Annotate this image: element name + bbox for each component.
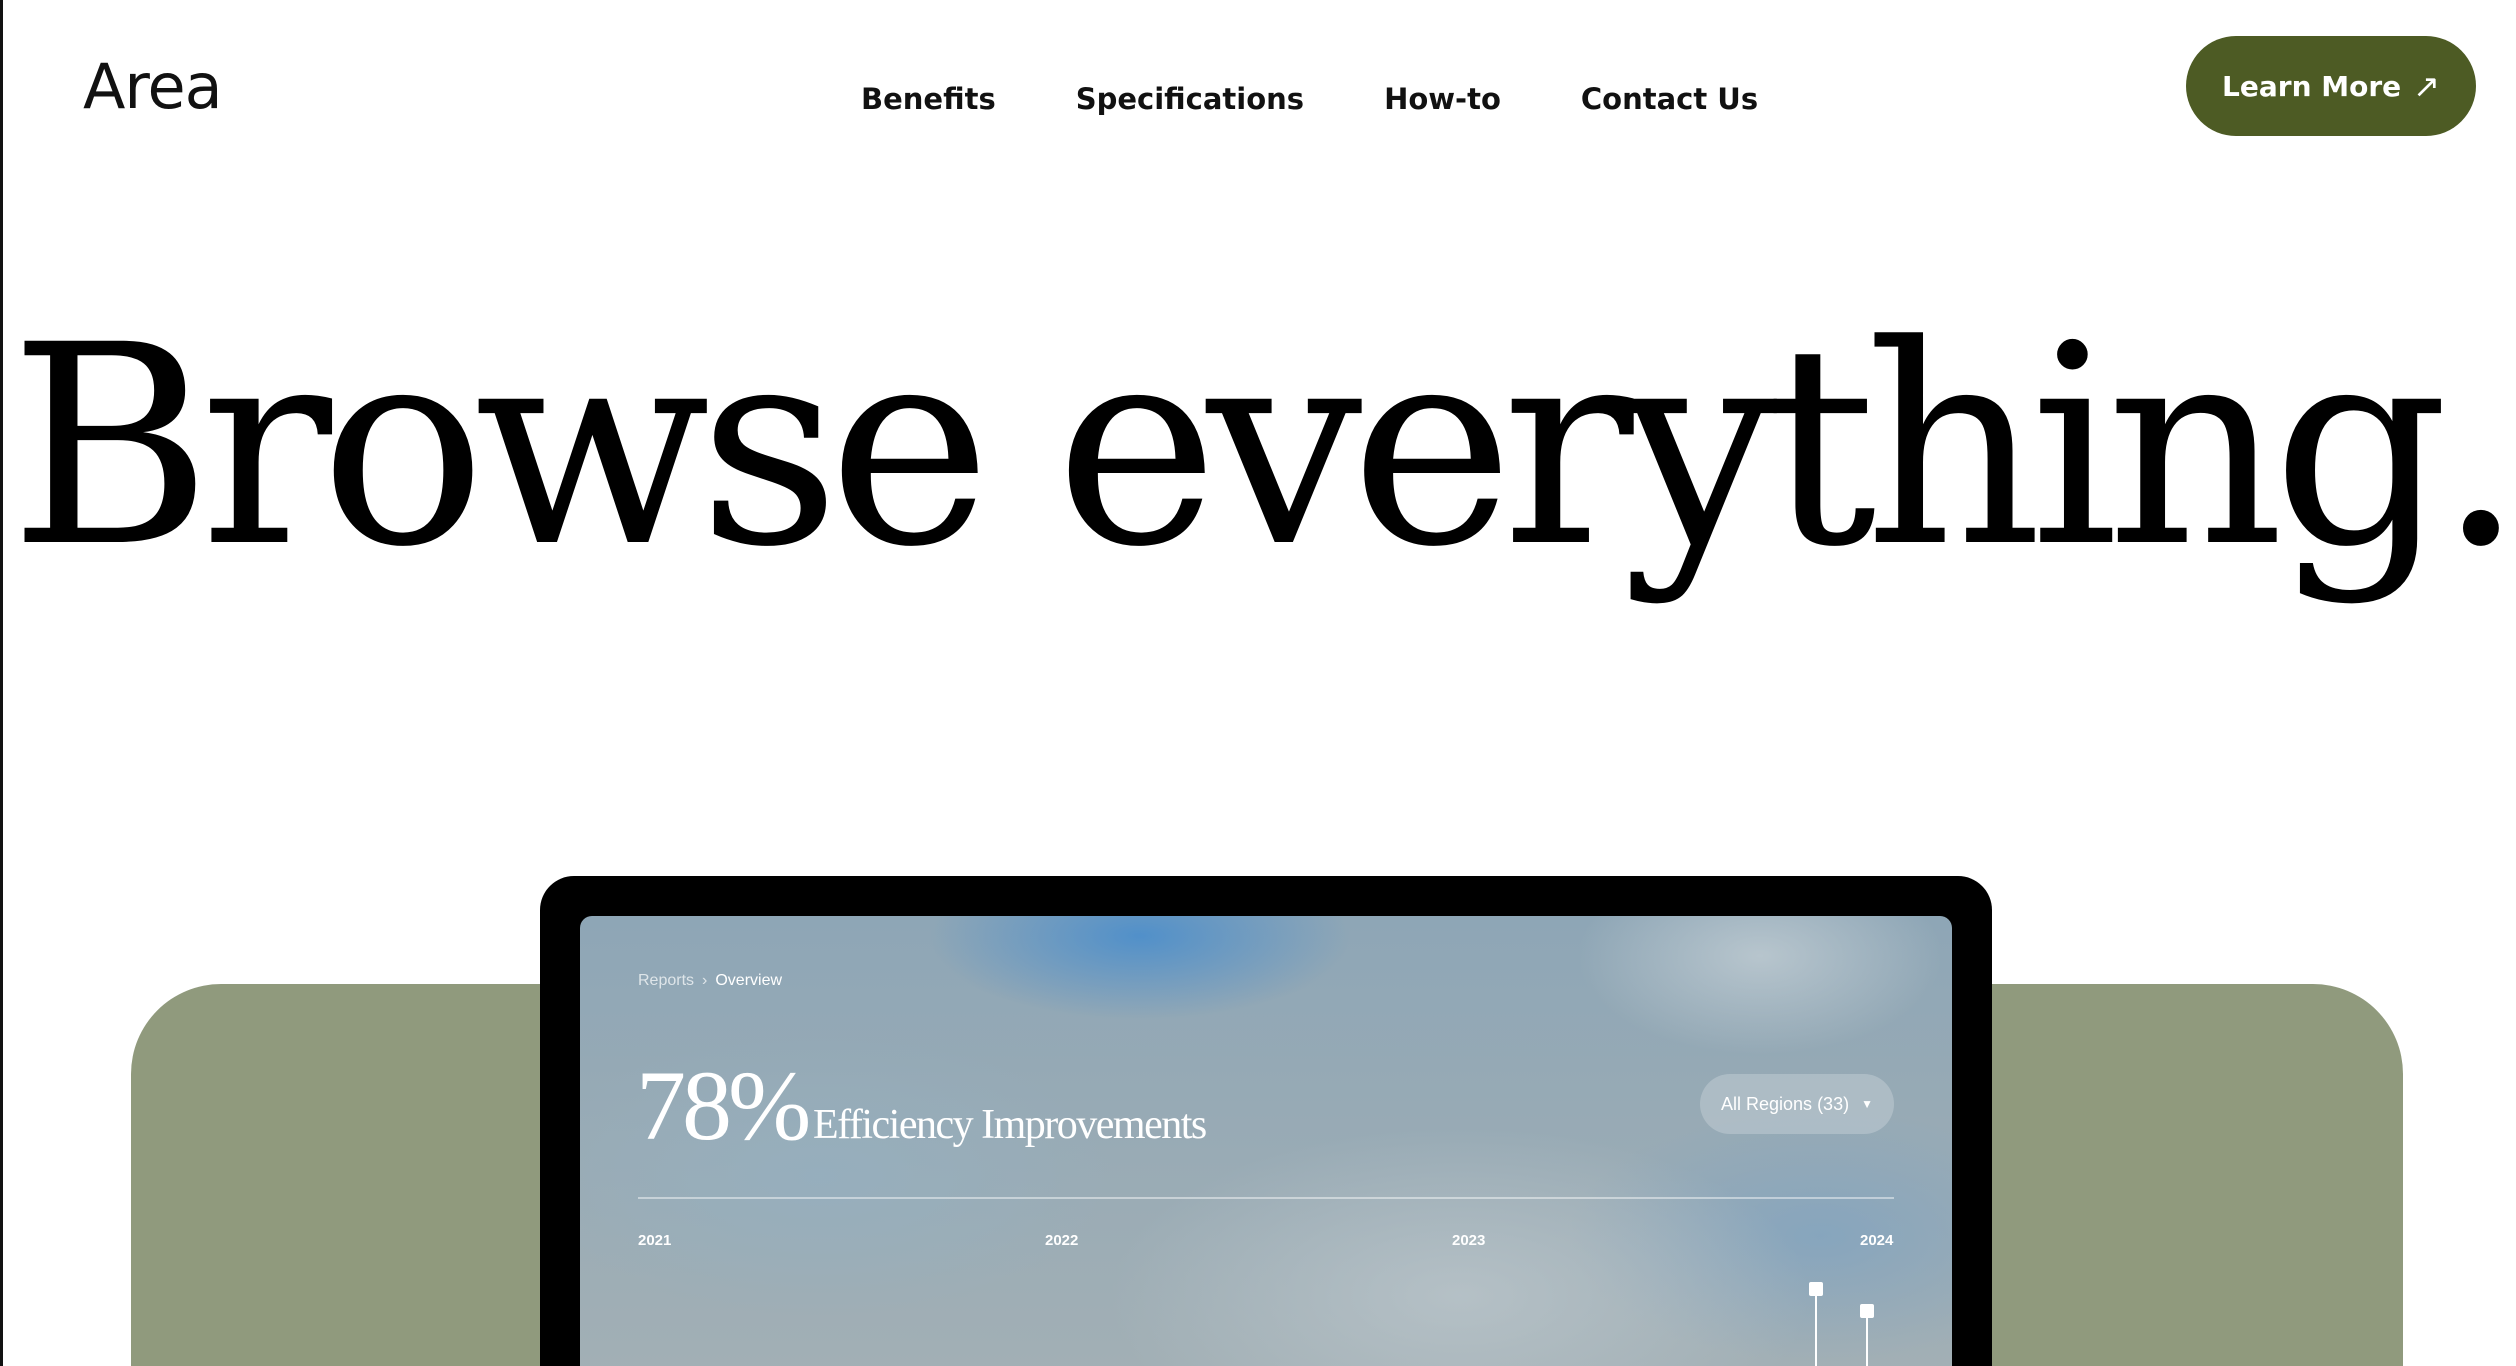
hero-title: Browse everything. bbox=[9, 287, 2516, 608]
year-label-2023: 2023 bbox=[1452, 1232, 1486, 1249]
logo[interactable]: Area bbox=[83, 50, 223, 123]
divider bbox=[638, 1197, 1894, 1199]
nav-contact-us[interactable]: Contact Us bbox=[1581, 82, 1758, 116]
stat-label: Efficiency Improvements bbox=[813, 1102, 1207, 1148]
year-label-2021: 2021 bbox=[638, 1232, 672, 1249]
region-select[interactable]: All Regions (33) ▼ bbox=[1700, 1074, 1894, 1134]
learn-more-label: Learn More bbox=[2222, 69, 2402, 103]
region-select-label: All Regions (33) bbox=[1721, 1093, 1850, 1114]
nav-specifications[interactable]: Specifications bbox=[1076, 82, 1304, 116]
learn-more-button[interactable]: Learn More ↗ bbox=[2186, 36, 2476, 136]
laptop-frame: Reports › Overview 78% Efficiency Improv… bbox=[540, 876, 1992, 1366]
timeline-marker bbox=[1860, 1304, 1874, 1318]
year-label-2024: 2024 bbox=[1860, 1232, 1894, 1249]
year-label-2022: 2022 bbox=[1045, 1232, 1079, 1249]
arrow-up-right-icon: ↗ bbox=[2413, 67, 2440, 105]
breadcrumb-overview: Overview bbox=[715, 972, 783, 989]
chevron-right-icon: › bbox=[702, 972, 708, 989]
main-nav: Benefits Specifications How-to Contact U… bbox=[861, 82, 1758, 116]
nav-how-to[interactable]: How-to bbox=[1384, 82, 1501, 116]
breadcrumb: Reports › Overview bbox=[638, 972, 782, 990]
nav-benefits[interactable]: Benefits bbox=[861, 82, 996, 116]
breadcrumb-reports[interactable]: Reports bbox=[638, 972, 694, 990]
caret-down-icon: ▼ bbox=[1861, 1097, 1873, 1111]
page: Area Benefits Specifications How-to Cont… bbox=[0, 0, 2516, 1366]
stat-value: 78% bbox=[636, 1050, 811, 1161]
dashboard-screen: Reports › Overview 78% Efficiency Improv… bbox=[580, 916, 1952, 1366]
timeline-marker bbox=[1809, 1282, 1823, 1296]
